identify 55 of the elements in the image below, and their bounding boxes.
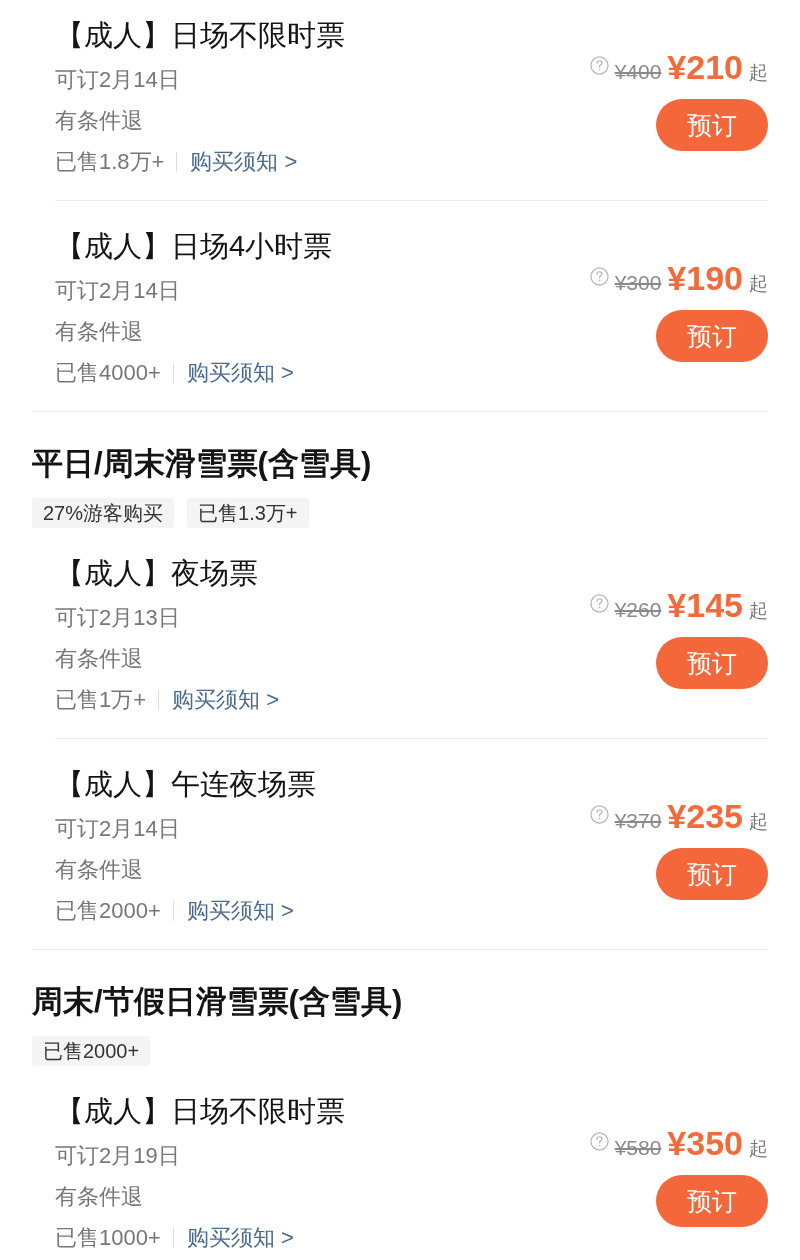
sold-count: 已售1.8万+ [55,148,165,176]
price-suffix: 起 [749,1137,768,1161]
price-suffix: 起 [749,272,768,296]
section-title: 周末/节假日滑雪票(含雪具) [32,983,404,1021]
original-price: ¥400 [614,60,662,84]
sold-count: 已售2000+ [55,897,161,925]
sold-count: 已售1000+ [55,1224,161,1252]
ticket-title: 【成人】午连夜场票 [55,767,316,802]
section-title: 平日/周末滑雪票(含雪具) [32,445,373,483]
original-price: ¥300 [614,271,662,295]
ticket-title: 【成人】夜场票 [55,556,259,591]
stat-tag: 27%游客购买 [32,498,175,528]
current-price: ¥145 [667,586,743,625]
book-button[interactable]: 预订 [656,637,768,689]
current-price: ¥210 [667,48,743,87]
booking-date: 可订2月19日 [55,1142,181,1170]
original-price: ¥260 [614,598,662,622]
purchase-notice-link[interactable]: 购买须知 > [190,141,298,182]
help-icon[interactable] [589,593,609,613]
help-icon[interactable] [589,266,609,286]
original-price: ¥580 [614,1136,662,1160]
ticket-title: 【成人】日场不限时票 [55,1094,345,1129]
price-suffix: 起 [749,61,768,85]
help-icon[interactable] [589,1131,609,1151]
purchase-notice-link[interactable]: 购买须知 > [186,352,294,393]
stat-tag: 已售2000+ [32,1036,151,1066]
purchase-notice-link[interactable]: 购买须知 > [186,890,294,931]
booking-date: 可订2月14日 [55,66,181,94]
ticket-title: 【成人】日场4小时票 [55,229,333,264]
help-icon[interactable] [589,55,609,75]
stat-tag: 已售1.3万+ [187,498,309,528]
booking-date: 可订2月13日 [55,604,181,632]
refund-policy: 有条件退 [55,107,144,135]
current-price: ¥350 [667,1124,743,1163]
refund-policy: 有条件退 [55,645,144,673]
purchase-notice-link[interactable]: 购买须知 > [172,679,280,720]
refund-policy: 有条件退 [55,318,144,346]
sold-count: 已售1万+ [55,686,147,714]
help-icon[interactable] [589,804,609,824]
refund-policy: 有条件退 [55,1183,144,1211]
current-price: ¥235 [667,797,743,836]
original-price: ¥370 [614,809,662,833]
book-button[interactable]: 预订 [656,310,768,362]
purchase-notice-link[interactable]: 购买须知 > [186,1217,294,1258]
price-suffix: 起 [749,599,768,623]
booking-date: 可订2月14日 [55,277,181,305]
book-button[interactable]: 预订 [656,1175,768,1227]
book-button[interactable]: 预订 [656,848,768,900]
refund-policy: 有条件退 [55,856,144,884]
sold-count: 已售4000+ [55,359,161,387]
book-button[interactable]: 预订 [656,99,768,151]
current-price: ¥190 [667,259,743,298]
price-suffix: 起 [749,810,768,834]
ticket-title: 【成人】日场不限时票 [55,18,345,53]
booking-date: 可订2月14日 [55,815,181,843]
